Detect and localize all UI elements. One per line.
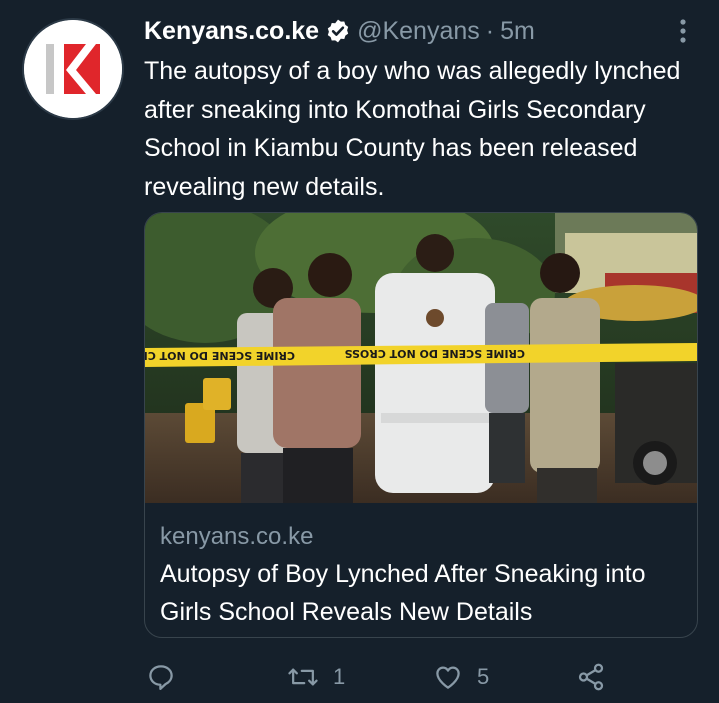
tape-text-3: CRIME SCENE DO NOT CROSS (344, 347, 525, 360)
share-button[interactable] (576, 655, 606, 699)
retweet-icon (287, 662, 319, 692)
verified-badge-icon (325, 18, 351, 44)
share-icon (576, 662, 606, 692)
more-vertical-icon[interactable] (669, 14, 697, 48)
tape-text-2: CRIME SCENE DO NOT CROSS (145, 349, 295, 362)
action-bar: 1 5 (0, 655, 719, 699)
kenyans-logo (24, 20, 122, 118)
reply-button[interactable] (146, 655, 190, 699)
card-image[interactable]: CRIME SCENE DO NOT CROSS CRIME SCENE DO … (145, 213, 697, 503)
tweet-text: The autopsy of a boy who was allegedly l… (144, 57, 681, 201)
tweet[interactable]: Kenyans.co.ke @Kenyans · 5m The autopsy … (0, 0, 719, 703)
card-domain: kenyans.co.ke (160, 523, 314, 550)
separator: · (485, 17, 495, 45)
display-name[interactable]: Kenyans.co.ke (144, 12, 319, 50)
handle[interactable]: @Kenyans (357, 12, 480, 50)
link-card[interactable]: CRIME SCENE DO NOT CROSS CRIME SCENE DO … (144, 212, 698, 638)
card-title[interactable]: Autopsy of Boy Lynched After Sneaking in… (160, 555, 680, 631)
retweet-button[interactable]: 1 (287, 655, 345, 699)
like-button[interactable]: 5 (433, 655, 489, 699)
tweet-header: Kenyans.co.ke @Kenyans · 5m (144, 12, 535, 50)
avatar[interactable] (22, 18, 124, 120)
reply-icon (146, 662, 176, 692)
like-count: 5 (477, 664, 490, 689)
timestamp[interactable]: 5m (500, 12, 535, 50)
retweet-count: 1 (333, 664, 346, 689)
heart-icon (433, 662, 463, 692)
